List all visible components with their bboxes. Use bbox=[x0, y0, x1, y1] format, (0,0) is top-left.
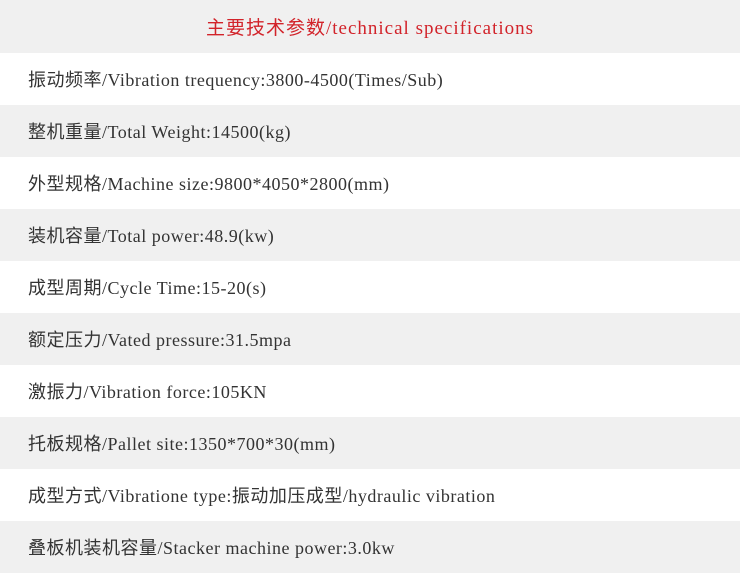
spec-row-cycle-time: 成型周期/Cycle Time:15-20(s) bbox=[0, 261, 740, 313]
spec-row-pallet-site: 托板规格/Pallet site:1350*700*30(mm) bbox=[0, 417, 740, 469]
spec-row-total-power: 装机容量/Total power:48.9(kw) bbox=[0, 209, 740, 261]
spec-row-total-weight: 整机重量/Total Weight:14500(kg) bbox=[0, 105, 740, 157]
spec-title: 主要技术参数/technical specifications bbox=[0, 0, 740, 53]
spec-row-vated-pressure: 额定压力/Vated pressure:31.5mpa bbox=[0, 313, 740, 365]
spec-row-vibration-type: 成型方式/Vibratione type:振动加压成型/hydraulic vi… bbox=[0, 469, 740, 521]
spec-row-stacker-power: 叠板机装机容量/Stacker machine power:3.0kw bbox=[0, 521, 740, 573]
spec-row-vibration-frequency: 振动频率/Vibration trequency:3800-4500(Times… bbox=[0, 53, 740, 105]
spec-row-vibration-force: 激振力/Vibration force:105KN bbox=[0, 365, 740, 417]
spec-row-machine-size: 外型规格/Machine size:9800*4050*2800(mm) bbox=[0, 157, 740, 209]
